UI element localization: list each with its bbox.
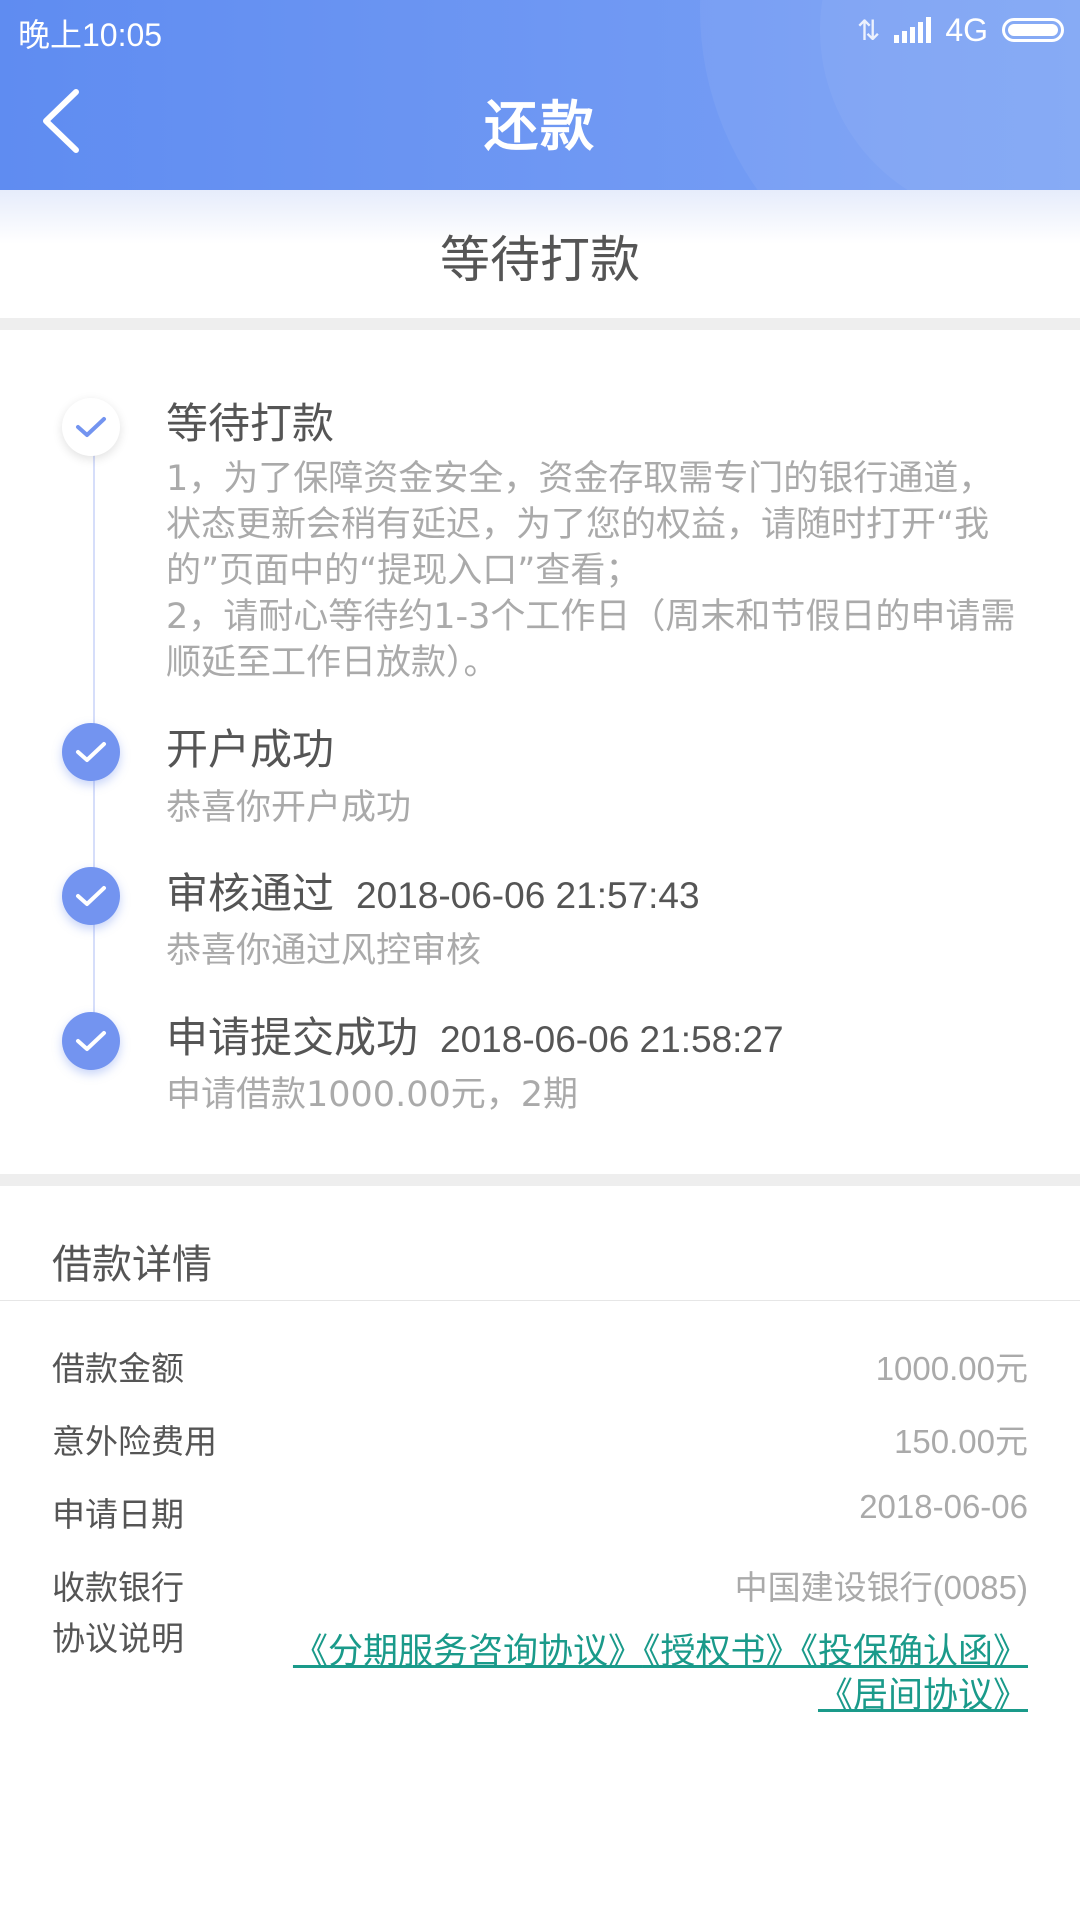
- check-circle-icon: [62, 398, 120, 456]
- detail-value: 中国建设银行(0085): [734, 1569, 1028, 1606]
- detail-value: 2018-06-06: [859, 1488, 1028, 1525]
- check-circle-icon: [62, 723, 120, 781]
- agreement-link-service[interactable]: 《分期服务咨询协议》: [293, 1632, 643, 1672]
- step-description: 恭喜你开户成功: [166, 788, 412, 828]
- agreement-link-intermediary[interactable]: 《居间协议》: [818, 1676, 1028, 1716]
- detail-row: 借款金额 1000.00元: [0, 1342, 1080, 1402]
- step-timestamp: 2018-06-06 21:57:43: [356, 875, 700, 916]
- status-time: 晚上10:05: [18, 17, 163, 53]
- detail-row: 申请日期 2018-06-06: [0, 1488, 1080, 1548]
- step-description: 申请借款1000.00元，2期: [166, 1075, 579, 1115]
- detail-label: 申请日期: [52, 1495, 184, 1534]
- signal-icon: [894, 17, 932, 43]
- detail-value: 150.00元: [894, 1423, 1028, 1460]
- agreement-link-insurance[interactable]: 《投保确认函》: [800, 1632, 1028, 1672]
- agreement-links: 《分期服务咨询协议》《授权书》《投保确认函》 《居间协议》: [268, 1630, 1028, 1718]
- agreement-label: 协议说明: [52, 1619, 184, 1658]
- step-title: 开户成功: [166, 725, 335, 774]
- detail-value: 1000.00元: [875, 1350, 1028, 1387]
- current-status-label: 等待打款: [440, 231, 640, 289]
- step-description: 1，为了保障资金安全，资金存取需专门的银行通道，状态更新会稍有延迟，为了您的权益…: [166, 459, 1016, 683]
- detail-label: 意外险费用: [52, 1422, 217, 1461]
- section-divider: [0, 318, 1080, 330]
- data-transfer-icon: ⇅: [856, 13, 881, 47]
- progress-timeline: 等待打款 1，为了保障资金安全，资金存取需专门的银行通道，状态更新会稍有延迟，为…: [0, 330, 1080, 1172]
- step-description: 恭喜你通过风控审核: [166, 931, 482, 971]
- section-title: 借款详情: [52, 1242, 212, 1288]
- status-bar: 晚上10:05 ⇅ 4G: [0, 0, 1080, 62]
- page-title: 还款: [484, 95, 596, 158]
- network-type: 4G: [945, 11, 988, 48]
- status-icons: ⇅ 4G: [857, 10, 1064, 50]
- detail-label: 借款金额: [52, 1349, 184, 1388]
- battery-icon: [1002, 18, 1064, 42]
- loan-details-header: 借款详情: [0, 1186, 1080, 1301]
- check-circle-icon: [62, 1012, 120, 1070]
- step-timestamp: 2018-06-06 21:58:27: [440, 1019, 784, 1060]
- step-title: 等待打款: [166, 399, 335, 448]
- detail-label: 收款银行: [52, 1568, 184, 1607]
- section-divider: [0, 1174, 1080, 1186]
- check-circle-icon: [62, 867, 120, 925]
- agreement-link-authorization[interactable]: 《授权书》: [643, 1632, 801, 1672]
- step-title: 申请提交成功 2018-06-06 21:58:27: [166, 1013, 784, 1062]
- app-header: 晚上10:05 ⇅ 4G 还款: [0, 0, 1080, 190]
- current-status-section: 等待打款: [0, 190, 1080, 318]
- step-title: 审核通过 2018-06-06 21:57:43: [166, 869, 700, 918]
- detail-row: 意外险费用 150.00元: [0, 1415, 1080, 1475]
